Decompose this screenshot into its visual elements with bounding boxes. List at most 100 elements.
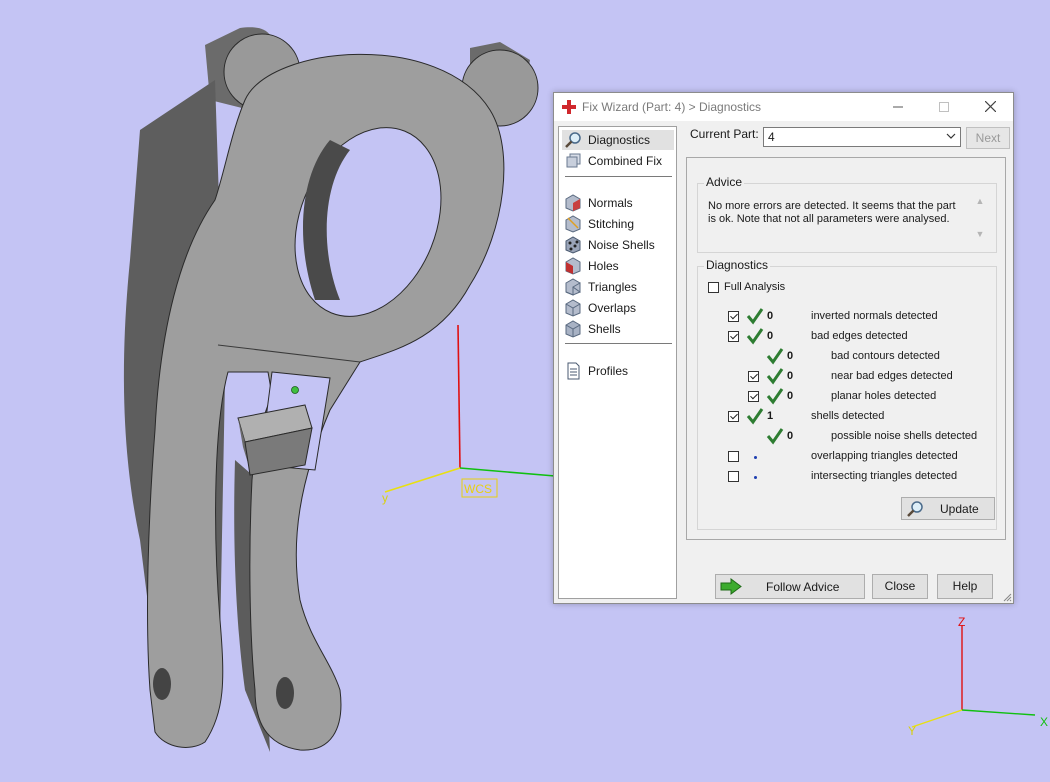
cube-holes-icon: [565, 257, 581, 275]
near-bad-edges-count: 0: [787, 370, 794, 382]
full-analysis-label[interactable]: Full Analysis: [724, 281, 785, 293]
nav-item-holes[interactable]: Holes: [562, 256, 674, 276]
planar-holes-checkbox[interactable]: [748, 391, 759, 402]
nav-label: Profiles: [588, 364, 629, 378]
nav-item-overlaps[interactable]: Overlaps: [562, 298, 674, 318]
pin-hole-left: [153, 668, 171, 700]
near-bad-edges-checkbox[interactable]: [748, 371, 759, 382]
pin-hole-right: [276, 677, 294, 709]
bad-edges-label: bad edges detected: [811, 330, 908, 342]
bad-edges-checkbox[interactable]: [728, 331, 739, 342]
intersecting-triangles-label: intersecting triangles detected: [811, 470, 958, 482]
corner-z-label: Z: [958, 615, 965, 629]
bad-edges-count: 0: [767, 330, 774, 342]
cube-overlaps-icon: [565, 299, 581, 317]
cube-triangles-icon: [565, 278, 581, 296]
scroll-down-arrow-icon[interactable]: ▼: [974, 229, 986, 239]
magnifier-icon: [907, 501, 923, 517]
orientation-axes: Z Y X: [908, 615, 1048, 738]
nav-label: Triangles: [588, 280, 637, 294]
inverted-normals-label: inverted normals detected: [811, 310, 938, 322]
checkmark-icon: [766, 348, 784, 365]
near-bad-edges-label: near bad edges detected: [831, 370, 953, 382]
nav-label: Overlaps: [588, 301, 637, 315]
cube-noise-icon: [565, 236, 581, 254]
cube-normals-icon: [565, 194, 581, 212]
current-part-select[interactable]: 4: [763, 127, 961, 147]
fix-wizard-dialog: Fix Wizard (Part: 4) > Diagnostics Diagn…: [553, 92, 1014, 604]
nav-item-normals[interactable]: Normals: [562, 193, 674, 213]
pending-dot-icon: [754, 456, 757, 459]
pending-dot-icon: [754, 476, 757, 479]
wcs-y-label: y: [382, 491, 388, 505]
nav-item-stitching[interactable]: Stitching: [562, 214, 674, 234]
nav-label: Holes: [588, 259, 619, 273]
overlapping-triangles-label: overlapping triangles detected: [811, 450, 958, 462]
arrow-right-icon: [720, 578, 742, 595]
hook-part-model[interactable]: [123, 27, 539, 752]
intersecting-triangles-checkbox[interactable]: [728, 471, 739, 482]
help-button[interactable]: Help: [937, 574, 993, 599]
pick-point-marker: [291, 386, 299, 394]
current-part-value: 4: [768, 130, 775, 144]
window-close-button[interactable]: [968, 93, 1012, 121]
nav-label: Shells: [588, 322, 621, 336]
planar-holes-count: 0: [787, 390, 794, 402]
wizard-nav-panel: Diagnostics Combined Fix Normals Stitchi…: [558, 126, 677, 599]
nav-separator: [565, 176, 672, 177]
nav-label: Noise Shells: [588, 238, 655, 252]
advice-title: Advice: [704, 175, 745, 189]
shells-label: shells detected: [811, 410, 885, 422]
wcs-axes: y WCS: [382, 324, 556, 505]
planar-holes-label: planar holes detected: [831, 390, 937, 402]
cubes-icon: [566, 153, 581, 168]
dialog-title: Fix Wizard (Part: 4) > Diagnostics: [582, 100, 762, 114]
inverted-normals-checkbox[interactable]: [728, 311, 739, 322]
checkmark-icon: [766, 428, 784, 445]
nav-item-profiles[interactable]: Profiles: [562, 361, 674, 381]
close-icon: [984, 100, 996, 113]
cube-shells-icon: [565, 320, 581, 338]
diagnostics-title: Diagnostics: [704, 258, 771, 272]
dialog-titlebar[interactable]: Fix Wizard (Part: 4) > Diagnostics: [554, 93, 1013, 121]
minimize-icon: [893, 106, 903, 108]
scroll-up-arrow-icon[interactable]: ▲: [974, 196, 986, 206]
overlapping-triangles-checkbox[interactable]: [728, 451, 739, 462]
checkmark-icon: [746, 308, 764, 325]
next-button[interactable]: Next: [966, 127, 1010, 149]
minimize-button[interactable]: [876, 93, 920, 121]
full-analysis-checkbox[interactable]: [708, 282, 719, 293]
maximize-button[interactable]: [922, 93, 966, 121]
nav-item-noise-shells[interactable]: Noise Shells: [562, 235, 674, 255]
nav-label: Combined Fix: [588, 154, 663, 168]
shells-count: 1: [767, 410, 774, 422]
diagnostics-group: Diagnostics Full Analysis 0 inverted nor…: [697, 258, 997, 530]
close-button[interactable]: Close: [872, 574, 928, 599]
corner-x-label: X: [1040, 715, 1048, 729]
nav-item-diagnostics[interactable]: Diagnostics: [562, 130, 674, 150]
follow-advice-button[interactable]: Follow Advice: [715, 574, 865, 599]
advice-text: No more errors are detected. It seems th…: [708, 200, 956, 225]
nav-label: Stitching: [588, 217, 635, 231]
maximize-icon: [939, 102, 949, 112]
follow-advice-label: Follow Advice: [766, 580, 840, 594]
corner-y-label: Y: [908, 724, 916, 738]
checkmark-icon: [746, 328, 764, 345]
wcs-label: WCS: [464, 482, 492, 496]
red-cross-icon: [562, 100, 576, 114]
diagnostics-page: Advice No more errors are detected. It s…: [686, 157, 1006, 540]
nav-item-triangles[interactable]: Triangles: [562, 277, 674, 297]
nav-separator: [565, 343, 672, 344]
update-button[interactable]: Update: [901, 497, 995, 520]
checkmark-icon: [746, 408, 764, 425]
nav-label: Normals: [588, 196, 633, 210]
noise-shells-label: possible noise shells detected: [831, 430, 978, 442]
resize-grip-icon[interactable]: [1002, 592, 1012, 602]
nav-item-shells[interactable]: Shells: [562, 319, 674, 339]
bad-contours-count: 0: [787, 350, 794, 362]
shells-checkbox[interactable]: [728, 411, 739, 422]
nav-label: Diagnostics: [588, 133, 651, 147]
inverted-normals-count: 0: [767, 310, 774, 322]
bad-contours-label: bad contours detected: [831, 350, 940, 362]
nav-item-combined-fix[interactable]: Combined Fix: [562, 151, 674, 171]
